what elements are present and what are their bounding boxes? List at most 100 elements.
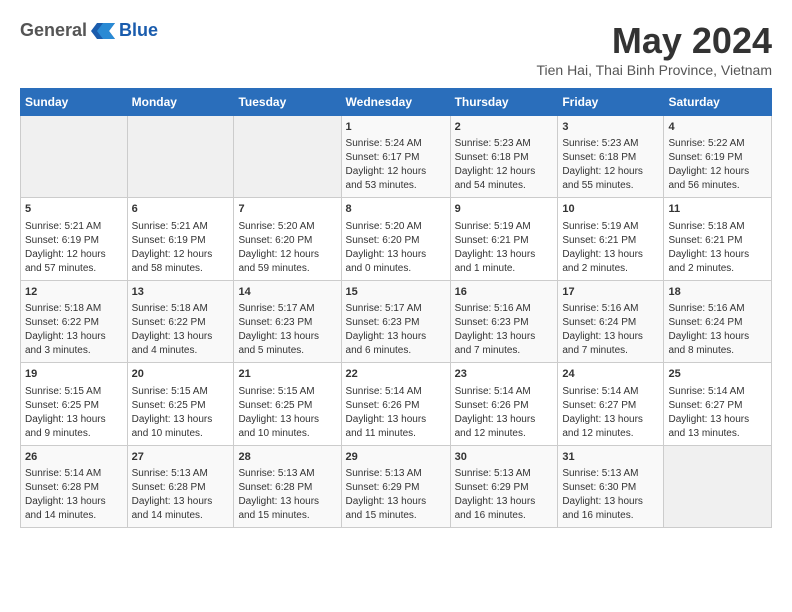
calendar-cell: 2Sunrise: 5:23 AM Sunset: 6:18 PM Daylig…: [450, 116, 558, 198]
calendar-cell: 10Sunrise: 5:19 AM Sunset: 6:21 PM Dayli…: [558, 198, 664, 280]
day-number: 26: [25, 450, 123, 465]
week-row-2: 5 Sunrise: 5:21 AM Sunset: 6:19 PM Daylig…: [21, 198, 772, 280]
day-info: Sunrise: 5:21 AM Sunset: 6:19 PM Dayligh…: [132, 221, 213, 274]
day-number: 19: [25, 367, 123, 382]
logo-icon: [89, 21, 115, 41]
day-number: 12: [25, 285, 123, 300]
calendar-cell: 11 Sunrise: 5:18 AM Sunset: 6:21 PM Dayli…: [664, 198, 772, 280]
title-block: May 2024 Tien Hai, Thai Binh Province, V…: [536, 20, 772, 78]
day-info: Sunrise: 5:18 AM Sunset: 6:22 PM Dayligh…: [132, 303, 213, 356]
day-number: 10: [562, 202, 659, 217]
weekday-header-friday: Friday: [558, 89, 664, 116]
day-info: Sunrise: 5:13 AM Sunset: 6:28 PM Dayligh…: [238, 468, 319, 521]
day-info: Sunrise: 5:15 AM Sunset: 6:25 PM Dayligh…: [238, 386, 319, 439]
calendar-cell: 16 Sunrise: 5:16 AM Sunset: 6:23 PM Dayli…: [450, 280, 558, 362]
calendar-cell: 15Sunrise: 5:17 AM Sunset: 6:23 PM Dayli…: [341, 280, 450, 362]
day-number: 25: [668, 367, 767, 382]
weekday-header-saturday: Saturday: [664, 89, 772, 116]
weekday-header-thursday: Thursday: [450, 89, 558, 116]
week-row-4: 19 Sunrise: 5:15 AM Sunset: 6:25 PM Dayli…: [21, 363, 772, 445]
location: Tien Hai, Thai Binh Province, Vietnam: [536, 62, 772, 78]
day-info: Sunrise: 5:24 AM Sunset: 6:17 PM Dayligh…: [346, 138, 427, 191]
day-number: 9: [455, 202, 554, 217]
day-info: Sunrise: 5:16 AM Sunset: 6:24 PM Dayligh…: [668, 303, 749, 356]
day-number: 20: [132, 367, 230, 382]
calendar-cell: 19 Sunrise: 5:15 AM Sunset: 6:25 PM Dayli…: [21, 363, 128, 445]
calendar-cell: 31Sunrise: 5:13 AM Sunset: 6:30 PM Dayli…: [558, 445, 664, 527]
calendar-cell: 24 Sunrise: 5:14 AM Sunset: 6:27 PM Dayli…: [558, 363, 664, 445]
day-number: 13: [132, 285, 230, 300]
day-number: 17: [562, 285, 659, 300]
calendar-cell: 5 Sunrise: 5:21 AM Sunset: 6:19 PM Daylig…: [21, 198, 128, 280]
day-number: 27: [132, 450, 230, 465]
calendar-cell: 17 Sunrise: 5:16 AM Sunset: 6:24 PM Dayli…: [558, 280, 664, 362]
calendar-cell: 13 Sunrise: 5:18 AM Sunset: 6:22 PM Dayli…: [127, 280, 234, 362]
day-number: 28: [238, 450, 336, 465]
day-number: 23: [455, 367, 554, 382]
day-number: 14: [238, 285, 336, 300]
calendar-cell: 25Sunrise: 5:14 AM Sunset: 6:27 PM Dayli…: [664, 363, 772, 445]
day-number: 21: [238, 367, 336, 382]
calendar-cell: 12 Sunrise: 5:18 AM Sunset: 6:22 PM Dayli…: [21, 280, 128, 362]
weekday-header-monday: Monday: [127, 89, 234, 116]
calendar-cell: 27 Sunrise: 5:13 AM Sunset: 6:28 PM Dayli…: [127, 445, 234, 527]
day-info: Sunrise: 5:13 AM Sunset: 6:29 PM Dayligh…: [346, 468, 427, 521]
day-number: 30: [455, 450, 554, 465]
day-info: Sunrise: 5:21 AM Sunset: 6:19 PM Dayligh…: [25, 221, 106, 274]
day-number: 4: [668, 120, 767, 135]
month-title: May 2024: [536, 20, 772, 62]
weekday-header-tuesday: Tuesday: [234, 89, 341, 116]
calendar-cell: 26Sunrise: 5:14 AM Sunset: 6:28 PM Dayli…: [21, 445, 128, 527]
week-row-3: 12 Sunrise: 5:18 AM Sunset: 6:22 PM Dayli…: [21, 280, 772, 362]
day-info: Sunrise: 5:15 AM Sunset: 6:25 PM Dayligh…: [132, 386, 213, 439]
day-number: 18: [668, 285, 767, 300]
day-number: 1: [346, 120, 446, 135]
day-info: Sunrise: 5:20 AM Sunset: 6:20 PM Dayligh…: [346, 221, 427, 274]
day-info: Sunrise: 5:14 AM Sunset: 6:26 PM Dayligh…: [455, 386, 536, 439]
calendar-cell: 28 Sunrise: 5:13 AM Sunset: 6:28 PM Dayli…: [234, 445, 341, 527]
day-info: Sunrise: 5:15 AM Sunset: 6:25 PM Dayligh…: [25, 386, 106, 439]
calendar-cell: 4 Sunrise: 5:22 AM Sunset: 6:19 PM Daylig…: [664, 116, 772, 198]
calendar-cell: 7 Sunrise: 5:20 AM Sunset: 6:20 PM Daylig…: [234, 198, 341, 280]
day-info: Sunrise: 5:16 AM Sunset: 6:24 PM Dayligh…: [562, 303, 643, 356]
day-number: 2: [455, 120, 554, 135]
day-number: 7: [238, 202, 336, 217]
day-number: 8: [346, 202, 446, 217]
day-number: 22: [346, 367, 446, 382]
day-info: Sunrise: 5:19 AM Sunset: 6:21 PM Dayligh…: [455, 221, 536, 274]
week-row-5: 26Sunrise: 5:14 AM Sunset: 6:28 PM Dayli…: [21, 445, 772, 527]
calendar-cell: 18 Sunrise: 5:16 AM Sunset: 6:24 PM Dayli…: [664, 280, 772, 362]
logo: General Blue: [20, 20, 158, 41]
day-info: Sunrise: 5:23 AM Sunset: 6:18 PM Dayligh…: [562, 138, 643, 191]
day-info: Sunrise: 5:14 AM Sunset: 6:27 PM Dayligh…: [562, 386, 643, 439]
weekday-header-sunday: Sunday: [21, 89, 128, 116]
weekday-header-row: SundayMondayTuesdayWednesdayThursdayFrid…: [21, 89, 772, 116]
calendar-cell: 9 Sunrise: 5:19 AM Sunset: 6:21 PM Daylig…: [450, 198, 558, 280]
calendar-cell: [127, 116, 234, 198]
calendar-cell: [234, 116, 341, 198]
calendar-table: SundayMondayTuesdayWednesdayThursdayFrid…: [20, 88, 772, 528]
day-number: 11: [668, 202, 767, 217]
calendar-cell: [664, 445, 772, 527]
day-number: 16: [455, 285, 554, 300]
logo-general-text: General: [20, 20, 87, 41]
day-info: Sunrise: 5:17 AM Sunset: 6:23 PM Dayligh…: [238, 303, 319, 356]
day-info: Sunrise: 5:18 AM Sunset: 6:22 PM Dayligh…: [25, 303, 106, 356]
day-info: Sunrise: 5:16 AM Sunset: 6:23 PM Dayligh…: [455, 303, 536, 356]
day-info: Sunrise: 5:13 AM Sunset: 6:30 PM Dayligh…: [562, 468, 643, 521]
page-header: General Blue May 2024 Tien Hai, Thai Bin…: [20, 20, 772, 78]
day-number: 6: [132, 202, 230, 217]
calendar-cell: 8 Sunrise: 5:20 AM Sunset: 6:20 PM Daylig…: [341, 198, 450, 280]
day-info: Sunrise: 5:18 AM Sunset: 6:21 PM Dayligh…: [668, 221, 749, 274]
day-info: Sunrise: 5:20 AM Sunset: 6:20 PM Dayligh…: [238, 221, 319, 274]
week-row-1: 1 Sunrise: 5:24 AM Sunset: 6:17 PM Daylig…: [21, 116, 772, 198]
calendar-cell: 21 Sunrise: 5:15 AM Sunset: 6:25 PM Dayli…: [234, 363, 341, 445]
calendar-cell: [21, 116, 128, 198]
day-number: 5: [25, 202, 123, 217]
calendar-cell: 14 Sunrise: 5:17 AM Sunset: 6:23 PM Dayli…: [234, 280, 341, 362]
day-info: Sunrise: 5:13 AM Sunset: 6:28 PM Dayligh…: [132, 468, 213, 521]
calendar-cell: 30Sunrise: 5:13 AM Sunset: 6:29 PM Dayli…: [450, 445, 558, 527]
day-number: 24: [562, 367, 659, 382]
calendar-cell: 20 Sunrise: 5:15 AM Sunset: 6:25 PM Dayli…: [127, 363, 234, 445]
day-info: Sunrise: 5:22 AM Sunset: 6:19 PM Dayligh…: [668, 138, 749, 191]
